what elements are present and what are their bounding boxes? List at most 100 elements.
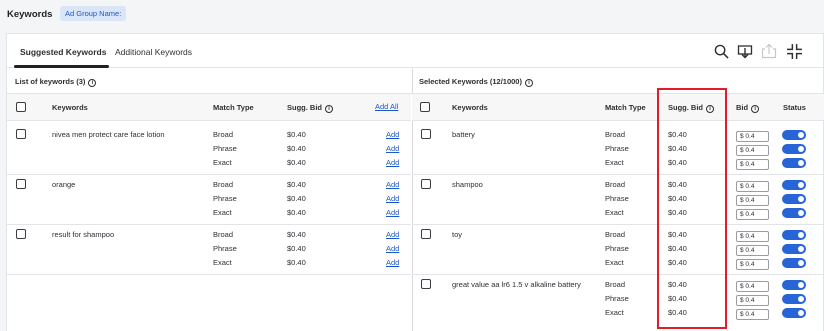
match-type: Phrase xyxy=(605,244,629,253)
match-type: Exact xyxy=(213,208,232,217)
status-toggle[interactable] xyxy=(782,230,806,240)
match-type: Exact xyxy=(213,258,232,267)
row-checkbox[interactable] xyxy=(421,279,431,289)
add-link[interactable]: Add xyxy=(386,180,399,189)
match-type: Phrase xyxy=(213,194,237,203)
match-type: Phrase xyxy=(213,144,237,153)
bid-input[interactable]: $ 0.4 xyxy=(736,231,769,242)
bid-input[interactable]: $ 0.4 xyxy=(736,209,769,220)
page-title: Keywords xyxy=(7,9,53,20)
match-type: Exact xyxy=(213,158,232,167)
match-type: Exact xyxy=(605,308,624,317)
add-link[interactable]: Add xyxy=(386,208,399,217)
add-link[interactable]: Add xyxy=(386,230,399,239)
tab-additional-keywords[interactable]: Additional Keywords xyxy=(115,47,192,57)
ad-group-badge[interactable]: Ad Group Name: xyxy=(60,6,127,21)
collapse-icon[interactable] xyxy=(785,42,803,60)
status-toggle[interactable] xyxy=(782,280,806,290)
sugg-bid-value: $0.40 xyxy=(287,258,306,267)
info-icon[interactable]: i xyxy=(88,79,97,87)
sugg-bid-value: $0.40 xyxy=(287,208,306,217)
bid-input[interactable]: $ 0.4 xyxy=(736,145,769,156)
bid-input[interactable]: $ 0.4 xyxy=(736,181,769,192)
bid-input[interactable]: $ 0.4 xyxy=(736,259,769,270)
status-toggle[interactable] xyxy=(782,308,806,318)
match-type: Broad xyxy=(213,230,234,239)
match-type: Broad xyxy=(605,130,626,139)
keyword-text: nivea men protect care face lotion xyxy=(52,130,165,139)
active-tab-indicator xyxy=(14,65,109,68)
info-icon[interactable]: i xyxy=(751,105,760,113)
status-toggle[interactable] xyxy=(782,258,806,268)
add-link[interactable]: Add xyxy=(386,144,399,153)
add-link[interactable]: Add xyxy=(386,130,399,139)
sugg-bid-value: $0.40 xyxy=(287,130,306,139)
select-all-checkbox[interactable] xyxy=(420,102,430,112)
add-all-link[interactable]: Add All xyxy=(375,102,398,111)
upload-icon xyxy=(760,42,778,60)
add-link[interactable]: Add xyxy=(386,244,399,253)
tab-bar: Suggested Keywords Additional Keywords xyxy=(7,34,823,68)
col-bid: Bid i xyxy=(736,103,760,113)
bid-input[interactable]: $ 0.4 xyxy=(736,281,769,292)
status-toggle[interactable] xyxy=(782,144,806,154)
row-separator xyxy=(7,274,411,275)
sugg-bid-value: $0.40 xyxy=(287,144,306,153)
col-status: Status xyxy=(783,103,806,112)
add-link[interactable]: Add xyxy=(386,158,399,167)
bid-input[interactable]: $ 0.4 xyxy=(736,131,769,142)
match-type: Broad xyxy=(213,130,234,139)
match-type: Broad xyxy=(213,180,234,189)
status-toggle[interactable] xyxy=(782,180,806,190)
row-checkbox[interactable] xyxy=(421,179,431,189)
info-icon[interactable]: i xyxy=(325,105,333,113)
status-toggle[interactable] xyxy=(782,294,806,304)
download-icon[interactable] xyxy=(736,42,754,60)
bid-input[interactable]: $ 0.4 xyxy=(736,159,769,170)
search-icon[interactable] xyxy=(712,42,730,60)
status-toggle[interactable] xyxy=(782,244,806,254)
status-toggle[interactable] xyxy=(782,130,806,140)
tab-suggested-keywords[interactable]: Suggested Keywords xyxy=(20,47,106,57)
match-type: Exact xyxy=(605,208,624,217)
row-checkbox[interactable] xyxy=(16,229,26,239)
add-link[interactable]: Add xyxy=(386,194,399,203)
row-separator xyxy=(412,174,824,175)
bid-input[interactable]: $ 0.4 xyxy=(736,295,769,306)
sugg-bid-value: $0.40 xyxy=(287,158,306,167)
col-match-type: Match Type xyxy=(605,103,646,112)
keyword-text: orange xyxy=(52,180,76,189)
row-separator xyxy=(412,224,824,225)
status-toggle[interactable] xyxy=(782,208,806,218)
row-checkbox[interactable] xyxy=(16,129,26,139)
sugg-bid-value: $0.40 xyxy=(287,230,306,239)
status-toggle[interactable] xyxy=(782,158,806,168)
row-checkbox[interactable] xyxy=(16,179,26,189)
row-separator xyxy=(412,274,824,275)
match-type: Phrase xyxy=(605,194,629,203)
info-icon[interactable]: i xyxy=(524,79,533,87)
sugg-bid-value: $0.40 xyxy=(287,180,306,189)
status-toggle[interactable] xyxy=(782,194,806,204)
match-type: Exact xyxy=(605,258,624,267)
select-all-checkbox[interactable] xyxy=(16,102,26,112)
match-type: Broad xyxy=(605,280,626,289)
page-header: Keywords Ad Group Name: xyxy=(0,0,824,28)
row-separator xyxy=(7,174,411,175)
match-type: Broad xyxy=(605,230,626,239)
bid-input[interactable]: $ 0.4 xyxy=(736,245,769,256)
match-type: Broad xyxy=(605,180,626,189)
bid-input[interactable]: $ 0.4 xyxy=(736,309,769,320)
row-checkbox[interactable] xyxy=(421,129,431,139)
match-type: Exact xyxy=(605,158,624,167)
left-panel-title: List of keywords (3) i xyxy=(15,77,97,87)
match-type: Phrase xyxy=(605,294,629,303)
row-checkbox[interactable] xyxy=(421,229,431,239)
col-sugg-bid: Sugg. Bid i xyxy=(287,103,333,113)
bid-input[interactable]: $ 0.4 xyxy=(736,195,769,206)
keyword-text: shampoo xyxy=(452,180,483,189)
keyword-text: toy xyxy=(452,230,463,239)
add-link[interactable]: Add xyxy=(386,258,399,267)
sugg-bid-highlight xyxy=(657,88,727,329)
col-keywords: Keywords xyxy=(52,103,88,112)
